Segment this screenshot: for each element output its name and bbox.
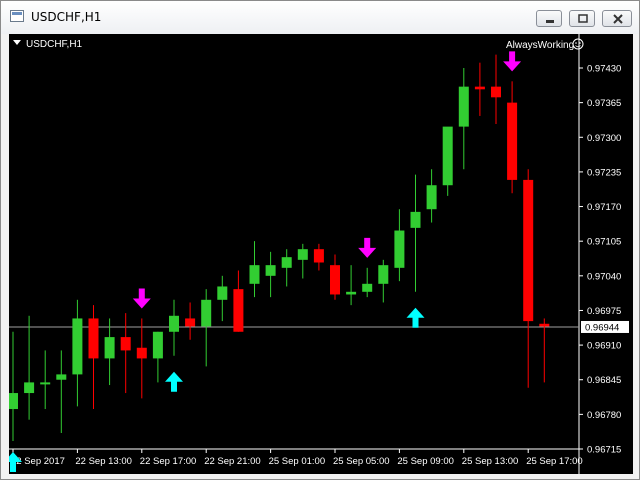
candle-bull: [362, 283, 373, 292]
minimize-icon: [546, 20, 554, 23]
chart-area[interactable]: 0.97430 0.97365 0.97300 0.97235 0.97170 0.971…: [9, 34, 633, 474]
price-tick-label: 0.97365: [587, 98, 621, 109]
price-tick-label: 0.96715: [587, 445, 621, 456]
price-chart[interactable]: 0.97430 0.97365 0.97300 0.97235 0.97170 0.971…: [9, 34, 633, 474]
candle-bear: [233, 289, 244, 332]
time-tick-label: 25 Sep 05:00: [333, 456, 390, 467]
price-tick-label: 0.96845: [587, 375, 621, 386]
minimize-button[interactable]: [536, 10, 562, 27]
time-tick-label: 25 Sep 09:00: [397, 456, 454, 467]
candle-bull: [24, 382, 35, 394]
buy-arrow-icon: [406, 307, 425, 328]
candle-bull: [426, 185, 437, 210]
time-tick-label: 25 Sep 01:00: [269, 456, 326, 467]
candle-bull: [9, 393, 18, 410]
close-icon: [613, 14, 623, 24]
candle-bull: [394, 230, 405, 268]
price-tick-label: 0.97170: [587, 202, 621, 213]
price-tick-label: 0.97105: [587, 237, 621, 248]
indicator-brand-label: AlwaysWorking: [506, 40, 574, 51]
candle-bull: [152, 331, 163, 359]
close-button[interactable]: [602, 10, 632, 27]
title-bar[interactable]: USDCHF,H1: [1, 1, 639, 34]
candle-bull: [297, 249, 308, 260]
candle-bull: [442, 126, 453, 186]
restore-icon: [578, 14, 588, 23]
window-title: USDCHF,H1: [31, 10, 102, 24]
candle-bull: [378, 265, 389, 284]
candle-bear: [523, 179, 534, 322]
candle-bull: [265, 265, 276, 276]
candle-bear: [491, 86, 501, 98]
buy-arrow-icon: [165, 371, 183, 392]
candle-bull: [40, 382, 51, 385]
time-tick-label: 22 Sep 21:00: [204, 456, 261, 467]
candle-bull: [217, 286, 228, 300]
candle-bear: [474, 86, 485, 90]
time-tick-label: 25 Sep 17:00: [526, 456, 583, 467]
price-tick-label: 0.97300: [587, 133, 621, 144]
candle-bull: [72, 318, 83, 375]
price-tick-label: 0.96910: [587, 341, 621, 352]
candle-bull: [201, 299, 212, 327]
time-tick-label: 22 Sep 13:00: [75, 456, 132, 467]
candle-bull: [169, 315, 179, 332]
candle-bear: [88, 318, 99, 359]
candle-bear: [330, 265, 340, 295]
candle-bull: [346, 291, 357, 295]
sell-arrow-icon: [358, 237, 377, 258]
price-tick-label: 0.97430: [587, 64, 621, 75]
candle-bear: [313, 249, 324, 263]
candle-bull: [281, 257, 292, 268]
smiley-icon: [572, 38, 584, 50]
terminal-window: USDCHF,H1 0.97430 0.97365 0.97300 0.97235 0.…: [0, 0, 640, 480]
chart-frame: [9, 34, 580, 474]
price-tick-label: 0.96975: [587, 306, 621, 317]
chart-menu-triangle-icon[interactable]: [13, 40, 21, 45]
time-tick-label: 25 Sep 13:00: [462, 456, 519, 467]
candle-bull: [458, 86, 469, 127]
candle-bull: [249, 265, 260, 284]
candle-bear: [507, 102, 518, 180]
candle-bear: [120, 337, 131, 351]
candle-bear: [185, 318, 196, 327]
candle-bull: [104, 337, 115, 359]
maximize-button[interactable]: [569, 10, 595, 27]
sell-arrow-icon: [503, 51, 522, 72]
price-tick-label: 0.97040: [587, 271, 621, 282]
chart-window-icon: [10, 10, 24, 22]
sell-arrow-icon: [132, 288, 151, 309]
candle-bear: [539, 323, 550, 327]
price-tick-label: 0.97235: [587, 167, 621, 178]
buy-arrow-icon: [9, 452, 22, 472]
candle-bull: [56, 374, 67, 380]
price-tick-label: 0.96780: [587, 410, 621, 421]
current-price-label: 0.96944: [585, 322, 619, 333]
time-tick-label: 22 Sep 17:00: [140, 456, 197, 467]
candle-bull: [410, 211, 421, 228]
candle-bear: [136, 347, 147, 359]
chart-symbol-label: USDCHF,H1: [26, 39, 83, 50]
